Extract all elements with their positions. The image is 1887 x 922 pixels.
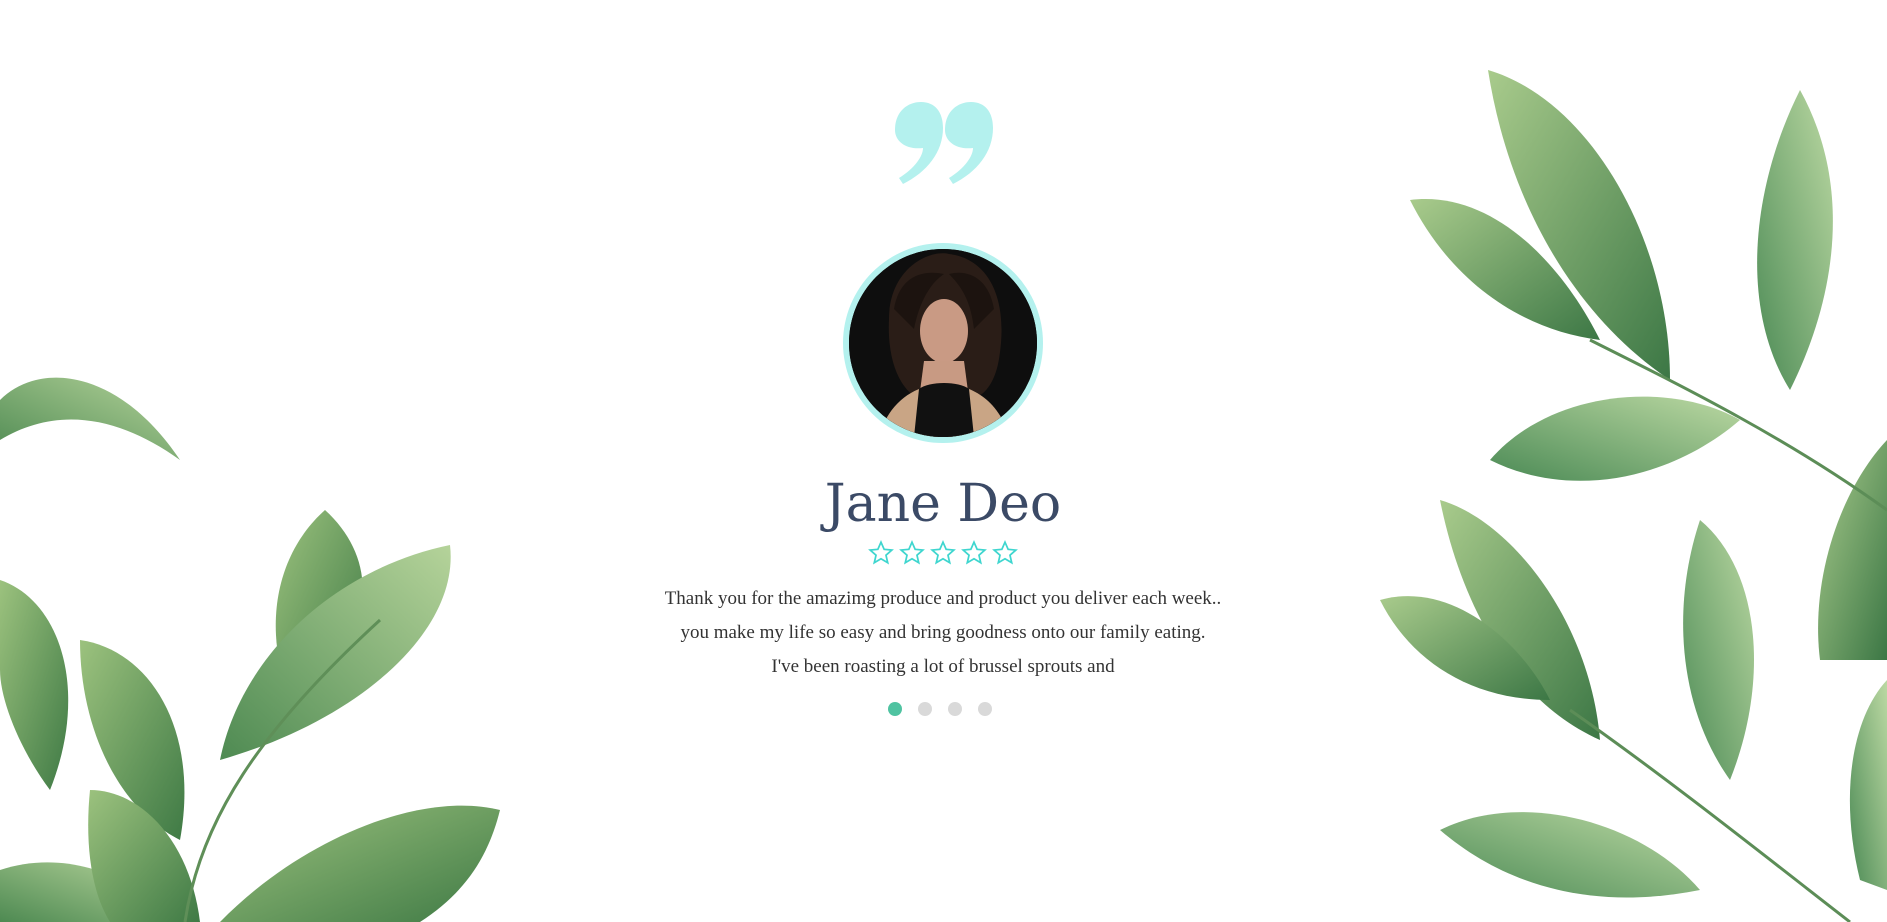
testimonial-line: you make my life so easy and bring goodn… [680,622,1206,643]
woman-portrait-photo [849,249,1037,437]
testimonial-line: I've been roasting a lot of brussel spro… [771,656,1115,677]
quote-mark-icon [895,102,993,184]
avatar [843,243,1043,443]
star-icon[interactable] [930,540,956,566]
testimonial-line: Thank you for the amazimg produce and pr… [664,588,1222,609]
testimonial-message: Thank you for the amazimg produce and pr… [593,582,1293,684]
star-icon[interactable] [868,540,894,566]
testimonial-author-name: Jane Deo [824,474,1062,534]
carousel-dot-4[interactable] [978,702,992,716]
carousel-dot-2[interactable] [918,702,932,716]
carousel-dot-1[interactable] [888,702,902,716]
star-rating [843,540,1043,572]
testimonial-section: Jane Deo Thank you for the amazimg produ… [0,0,1887,922]
carousel-dot-3[interactable] [948,702,962,716]
carousel-pagination [888,702,992,718]
star-icon[interactable] [899,540,925,566]
star-icon[interactable] [961,540,987,566]
star-icon[interactable] [992,540,1018,566]
